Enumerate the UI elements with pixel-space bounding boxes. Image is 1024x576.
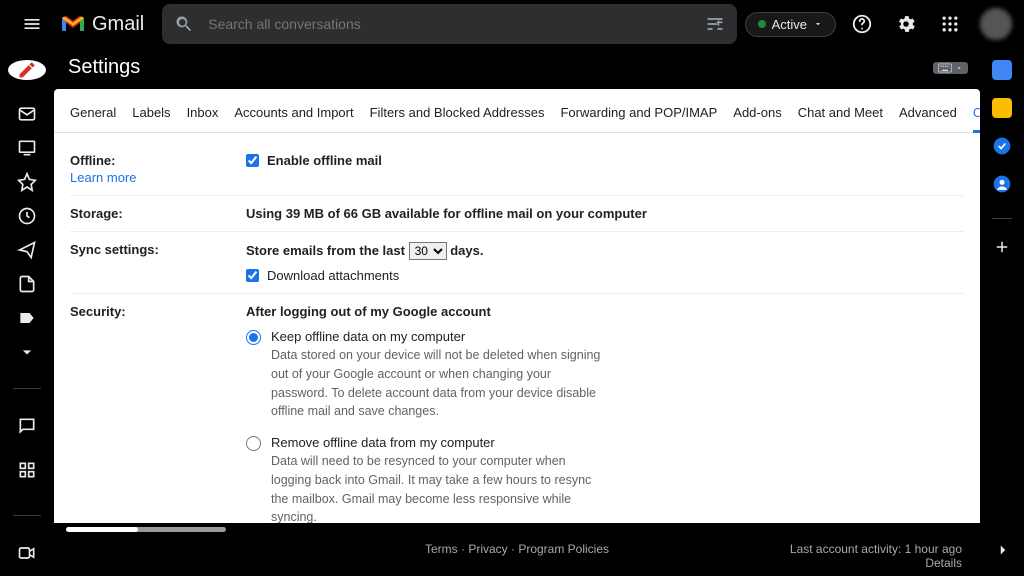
tab-advanced[interactable]: Advanced	[899, 99, 957, 132]
tab-offline[interactable]: Offline	[973, 99, 980, 133]
tab-accounts[interactable]: Accounts and Import	[234, 99, 353, 132]
get-addons-button[interactable]	[992, 237, 1012, 257]
tab-filters[interactable]: Filters and Blocked Addresses	[370, 99, 545, 132]
details-link[interactable]: Details	[925, 556, 962, 570]
horizontal-scrollbar[interactable]	[66, 527, 226, 532]
security-section-label: Security:	[70, 304, 246, 523]
program-policies-link[interactable]: Program Policies	[518, 542, 609, 556]
side-panel-toggle[interactable]	[994, 541, 1012, 564]
tab-addons[interactable]: Add-ons	[733, 99, 781, 132]
search-input[interactable]	[208, 16, 690, 32]
spaces-icon[interactable]	[16, 459, 38, 481]
enable-offline-checkbox[interactable]	[246, 154, 259, 167]
tab-inbox[interactable]: Inbox	[187, 99, 219, 132]
sent-icon[interactable]	[16, 240, 38, 260]
sync-prefix: Store emails from the last	[246, 243, 405, 258]
sync-days-select[interactable]: 30	[409, 242, 447, 260]
last-activity-text: Last account activity: 1 hour ago	[790, 542, 962, 556]
active-label: Active	[772, 17, 807, 32]
account-avatar[interactable]	[980, 8, 1012, 40]
remove-data-desc: Data will need to be resynced to your co…	[271, 452, 601, 523]
keep-data-label: Keep offline data on my computer	[271, 329, 964, 344]
remove-data-label: Remove offline data from my computer	[271, 435, 964, 450]
keep-data-desc: Data stored on your device will not be d…	[271, 346, 601, 421]
tab-forwarding[interactable]: Forwarding and POP/IMAP	[560, 99, 717, 132]
learn-more-link[interactable]: Learn more	[70, 170, 136, 185]
keep-addon-icon[interactable]	[992, 98, 1012, 118]
security-heading: After logging out of my Google account	[246, 304, 491, 319]
enable-offline-label: Enable offline mail	[267, 153, 382, 168]
contacts-addon-icon[interactable]	[992, 174, 1012, 194]
privacy-link[interactable]: Privacy	[468, 542, 507, 556]
settings-button[interactable]	[888, 6, 924, 42]
offline-section-label: Offline:	[70, 153, 116, 168]
keep-data-radio[interactable]	[246, 330, 261, 345]
file-icon[interactable]	[16, 274, 38, 294]
remove-data-radio[interactable]	[246, 436, 261, 451]
label-icon[interactable]	[16, 308, 38, 328]
screen-icon[interactable]	[16, 138, 38, 158]
main-menu-button[interactable]	[12, 4, 52, 44]
meet-icon[interactable]	[16, 542, 38, 564]
apps-button[interactable]	[932, 6, 968, 42]
active-dot-icon	[758, 20, 766, 28]
status-pill[interactable]: Active	[745, 12, 836, 37]
chevron-down-icon	[813, 19, 823, 29]
storage-text: Using 39 MB of 66 GB available for offli…	[246, 206, 647, 221]
input-tools-button[interactable]	[933, 62, 968, 74]
gmail-logo[interactable]: Gmail	[60, 13, 144, 36]
mail-icon[interactable]	[16, 104, 38, 124]
calendar-addon-icon[interactable]	[992, 60, 1012, 80]
download-attachments-checkbox[interactable]	[246, 269, 259, 282]
page-title: Settings	[68, 56, 140, 79]
compose-button[interactable]	[8, 60, 46, 80]
tab-chat[interactable]: Chat and Meet	[798, 99, 883, 132]
download-attachments-label: Download attachments	[267, 268, 399, 283]
sync-section-label: Sync settings:	[70, 242, 246, 283]
tasks-addon-icon[interactable]	[992, 136, 1012, 156]
gmail-brand-text: Gmail	[92, 13, 144, 36]
tab-labels[interactable]: Labels	[132, 99, 170, 132]
terms-link[interactable]: Terms	[425, 542, 458, 556]
clock-icon[interactable]	[16, 206, 38, 226]
search-icon	[174, 14, 194, 34]
star-icon[interactable]	[16, 172, 38, 192]
expand-down-icon[interactable]	[16, 342, 38, 362]
search-bar[interactable]	[162, 4, 736, 44]
tab-general[interactable]: General	[70, 99, 116, 132]
storage-section-label: Storage:	[70, 206, 246, 221]
help-button[interactable]	[844, 6, 880, 42]
search-options-icon[interactable]	[705, 14, 725, 34]
chat-icon[interactable]	[16, 415, 38, 437]
sync-suffix: days.	[450, 243, 483, 258]
